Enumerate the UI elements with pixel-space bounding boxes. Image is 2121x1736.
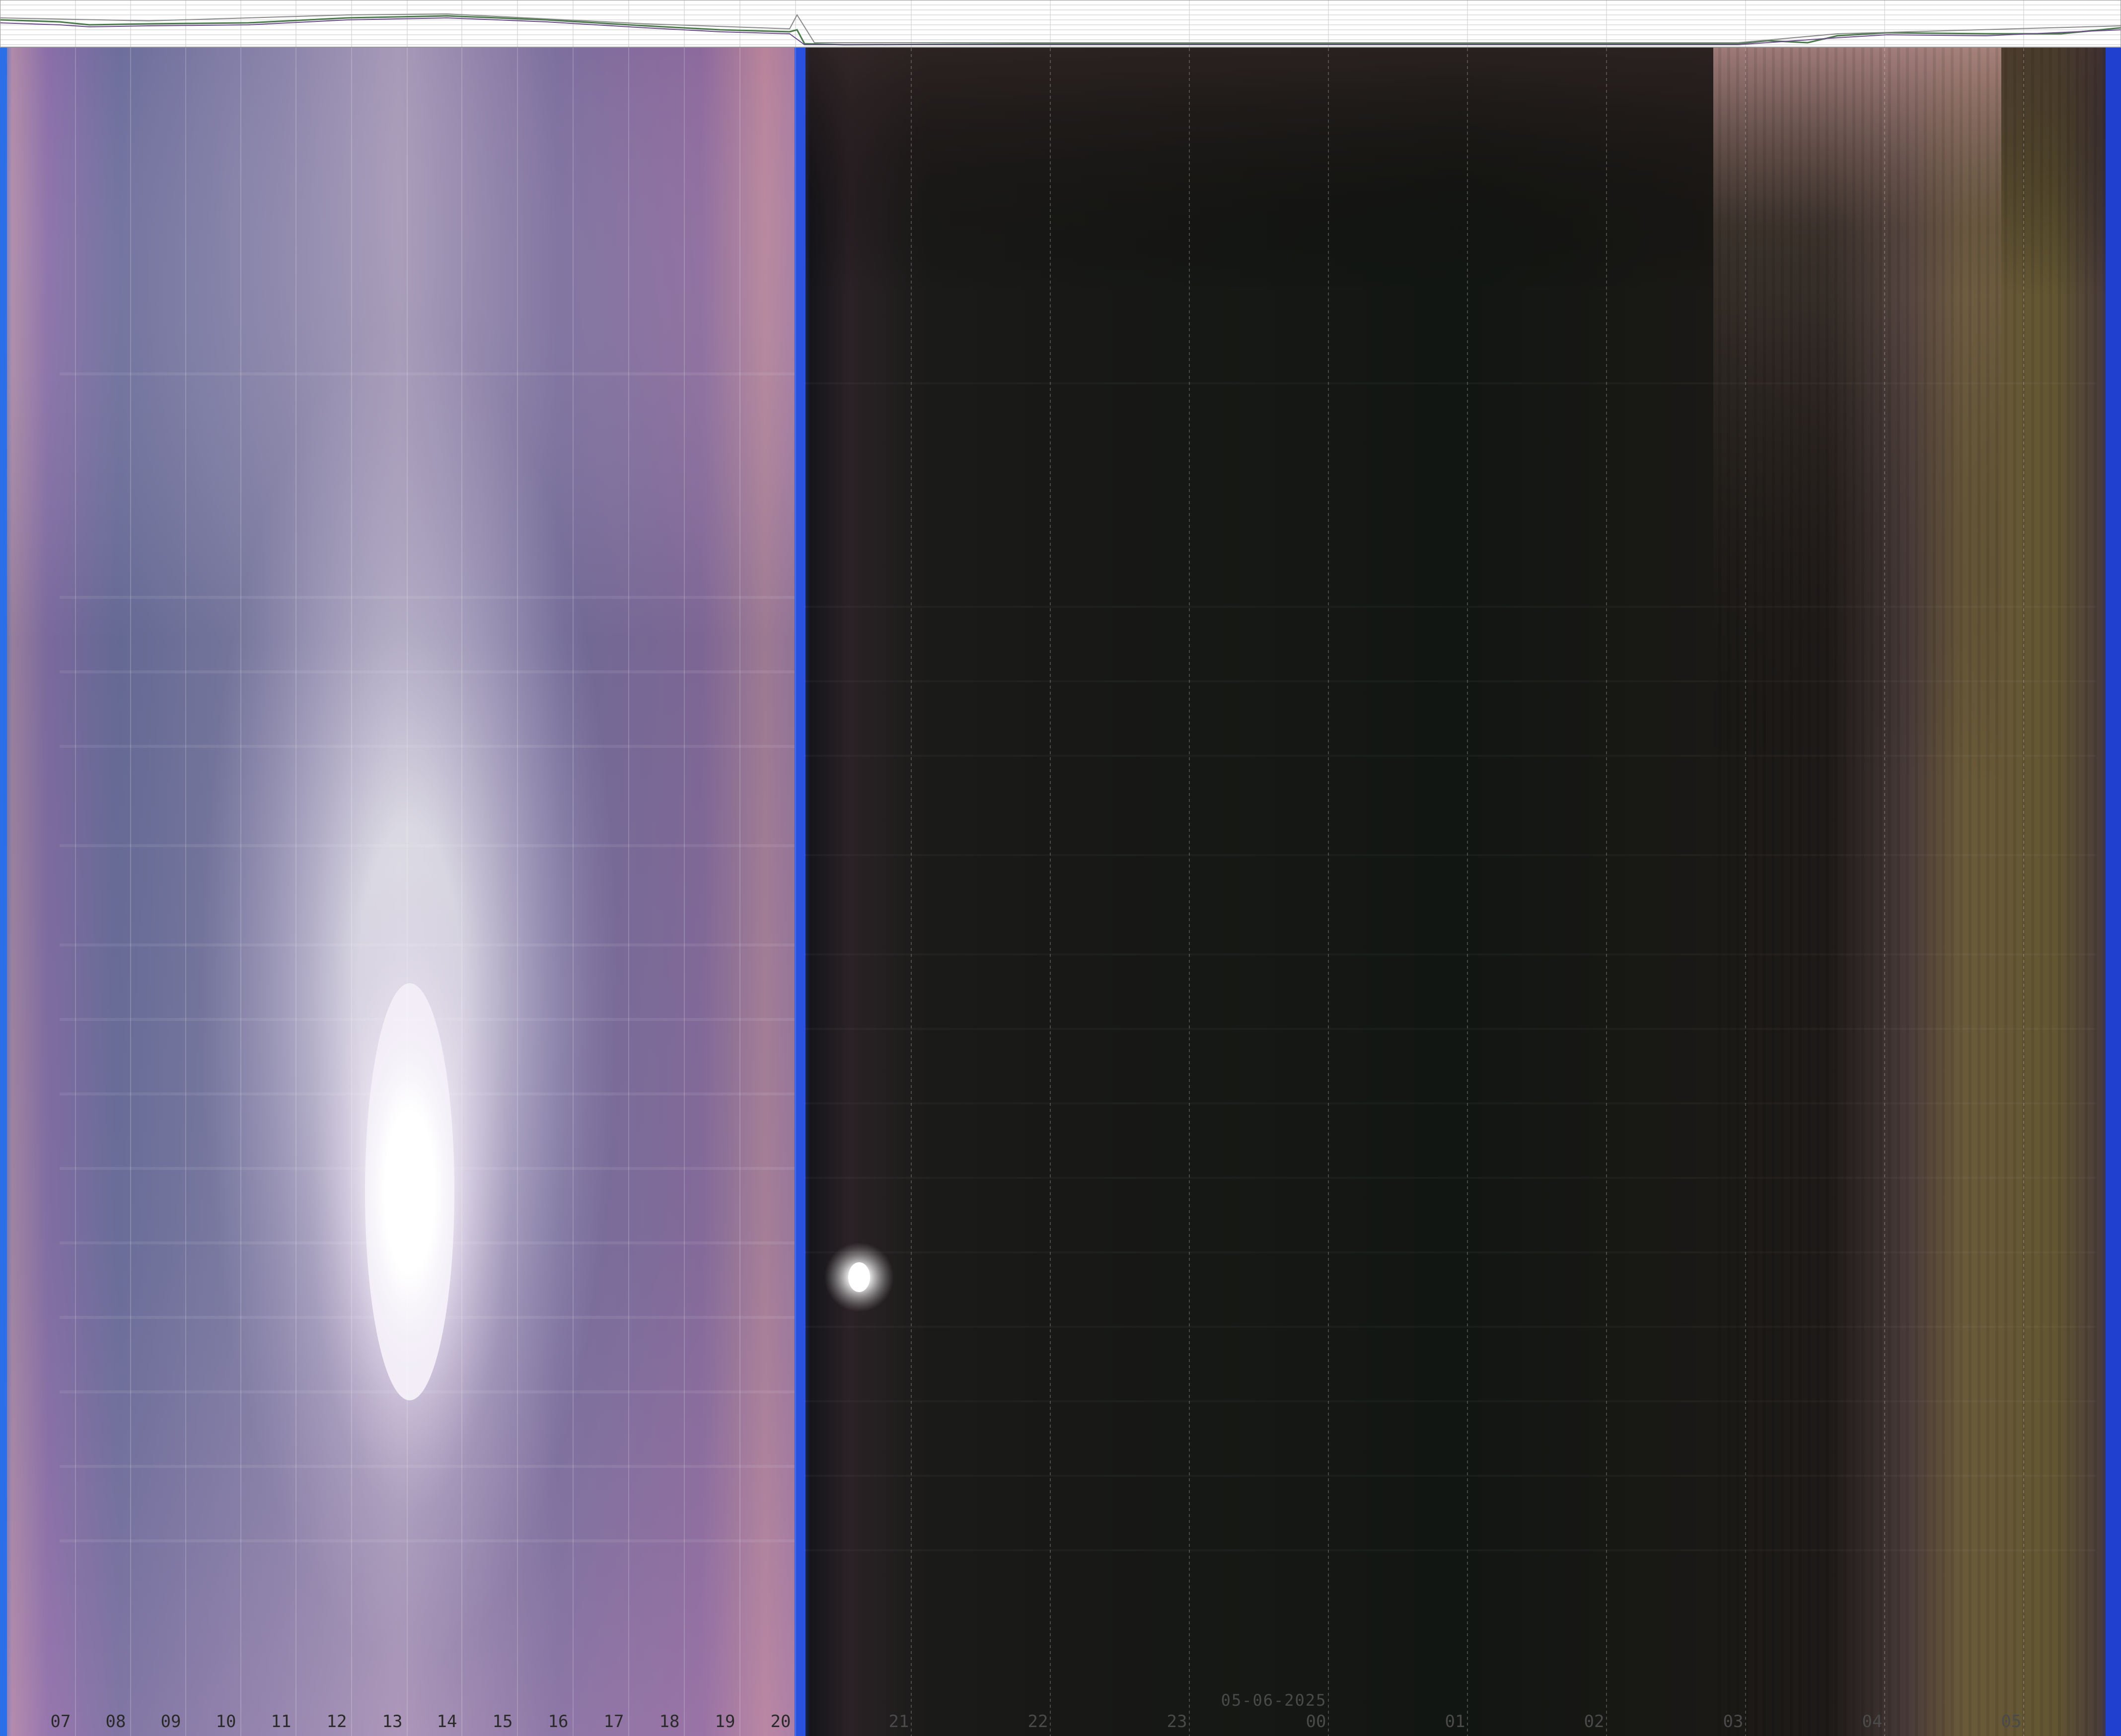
band bbox=[1924, 42, 1927, 1736]
band bbox=[1852, 42, 1855, 1736]
hour-label: 11 bbox=[271, 1712, 292, 1732]
streak bbox=[805, 606, 2096, 608]
band bbox=[1986, 42, 1989, 1736]
band bbox=[1977, 42, 1980, 1736]
band bbox=[1772, 42, 1775, 1736]
band bbox=[2094, 42, 2097, 1736]
streak bbox=[805, 382, 2096, 384]
hour-label: 21 bbox=[889, 1712, 909, 1732]
band bbox=[1817, 42, 1820, 1736]
band bbox=[1799, 42, 1802, 1736]
hour-label: 13 bbox=[382, 1712, 403, 1732]
hour-label: 05 bbox=[2001, 1712, 2022, 1732]
band bbox=[1808, 42, 1811, 1736]
band bbox=[2004, 42, 2007, 1736]
hour-label: 23 bbox=[1167, 1712, 1187, 1732]
hour-label: 03 bbox=[1723, 1712, 1744, 1732]
streak bbox=[805, 680, 2096, 682]
hour-label: 18 bbox=[659, 1712, 680, 1732]
moonrise-core bbox=[848, 1262, 870, 1292]
band bbox=[1790, 42, 1793, 1736]
band bbox=[2013, 42, 2016, 1736]
streak bbox=[805, 1177, 2096, 1179]
band bbox=[1736, 42, 1739, 1736]
band bbox=[1933, 42, 1936, 1736]
keogram-image: 07 08 09 10 11 12 13 14 15 16 17 18 19 20 21 22 23 00 01 02… bbox=[0, 0, 2121, 1736]
band bbox=[1960, 42, 1963, 1736]
band bbox=[1727, 42, 1730, 1736]
hour-label: 01 bbox=[1445, 1712, 1465, 1732]
hour-label: 16 bbox=[548, 1712, 569, 1732]
band bbox=[1834, 42, 1837, 1736]
band bbox=[1879, 42, 1882, 1736]
band bbox=[1826, 42, 1828, 1736]
hour-label: 19 bbox=[715, 1712, 735, 1732]
streak bbox=[805, 1251, 2096, 1253]
band bbox=[2085, 42, 2088, 1736]
band bbox=[2076, 42, 2079, 1736]
band bbox=[1861, 42, 1864, 1736]
streak bbox=[805, 1549, 2096, 1551]
band bbox=[2031, 42, 2034, 1736]
hour-label: 08 bbox=[106, 1712, 126, 1732]
band bbox=[1942, 42, 1945, 1736]
band bbox=[1870, 42, 1873, 1736]
hour-label: 20 bbox=[771, 1712, 791, 1732]
streak bbox=[805, 755, 2096, 757]
band bbox=[1951, 42, 1954, 1736]
hour-label: 02 bbox=[1584, 1712, 1605, 1732]
band bbox=[1763, 42, 1766, 1736]
streak bbox=[805, 1326, 2096, 1328]
hour-label: 04 bbox=[1862, 1712, 1883, 1732]
band bbox=[2067, 42, 2070, 1736]
band bbox=[1969, 42, 1972, 1736]
hour-label: 00 bbox=[1306, 1712, 1326, 1732]
band bbox=[1843, 42, 1846, 1736]
hour-label: 07 bbox=[51, 1712, 71, 1732]
band bbox=[1897, 42, 1900, 1736]
band bbox=[1718, 42, 1721, 1736]
sun-glare-mid bbox=[310, 869, 509, 1515]
hour-label: 09 bbox=[161, 1712, 181, 1732]
twilight-edge-evening bbox=[795, 42, 805, 1736]
band bbox=[2040, 42, 2043, 1736]
band bbox=[2103, 42, 2106, 1736]
twilight-edge-left bbox=[0, 47, 7, 1736]
streak bbox=[805, 854, 2096, 856]
streak bbox=[805, 953, 2096, 955]
band bbox=[2049, 42, 2052, 1736]
hour-label: 12 bbox=[327, 1712, 347, 1732]
hour-label: 17 bbox=[604, 1712, 624, 1732]
streak bbox=[805, 1102, 2096, 1104]
band bbox=[1906, 42, 1909, 1736]
hour-label: 22 bbox=[1028, 1712, 1048, 1732]
streak bbox=[805, 1400, 2096, 1402]
hour-label: 14 bbox=[437, 1712, 457, 1732]
hour-label: 10 bbox=[216, 1712, 236, 1732]
streak bbox=[805, 1028, 2096, 1030]
date-label: 05-06-2025 bbox=[1221, 1691, 1327, 1710]
band bbox=[1888, 42, 1891, 1736]
band bbox=[1915, 42, 1918, 1736]
hour-labels: 07 08 09 10 11 12 13 14 15 16 17 18 19 20 21 22 23 00 01 02… bbox=[51, 1712, 2022, 1732]
hour-label: 15 bbox=[493, 1712, 513, 1732]
band bbox=[1754, 42, 1757, 1736]
band bbox=[1995, 42, 1998, 1736]
streak bbox=[805, 1475, 2096, 1477]
band bbox=[1781, 42, 1784, 1736]
twilight-edge-morning bbox=[2106, 42, 2121, 1736]
band bbox=[2058, 42, 2061, 1736]
